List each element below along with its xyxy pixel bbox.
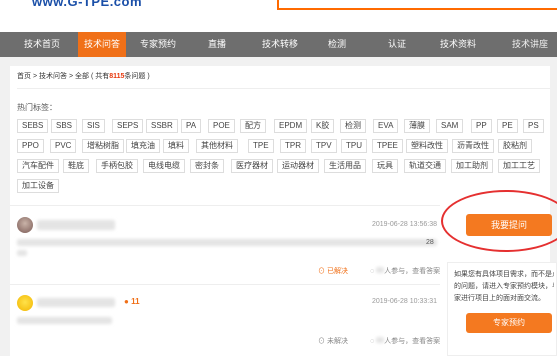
tag-item[interactable]: POE xyxy=(208,119,235,133)
nav-item-live[interactable]: 直播 xyxy=(208,32,226,57)
tag-item[interactable]: EVA xyxy=(373,119,399,133)
tag-item[interactable]: TPR xyxy=(280,139,306,153)
nav-item-testing[interactable]: 检测 xyxy=(328,32,346,57)
nav-item-lecture[interactable]: 技术讲座 xyxy=(512,32,548,57)
site-logo[interactable]: www.G-TPE.com xyxy=(32,0,142,9)
status-text: 已解决 xyxy=(326,268,348,275)
redacted-count xyxy=(376,267,385,273)
tag-item[interactable]: TPU xyxy=(341,139,367,153)
nav-item-tech-qa[interactable]: 技术问答 xyxy=(78,32,127,57)
tag-item[interactable]: PVC xyxy=(50,139,77,153)
tag-item[interactable]: 沥青改性 xyxy=(452,139,494,153)
tag-item[interactable]: TPEE xyxy=(372,139,403,153)
status-icon: ⊙ xyxy=(318,338,327,345)
tag-item[interactable]: 手柄包胶 xyxy=(96,159,138,173)
tag-item[interactable]: 胶粘剂 xyxy=(498,139,532,153)
sidebar-info-line: 的问题，请进入专家预约模块，与 xyxy=(454,283,554,290)
tag-item[interactable]: SBS xyxy=(51,119,78,133)
sidebar-info-line: 如果您有具体项目需求，而不是点 xyxy=(454,271,554,278)
coin-icon: ● xyxy=(124,297,132,306)
status-badge: ⊙ 已解决 xyxy=(318,266,348,276)
tag-item[interactable]: 检测 xyxy=(340,119,366,133)
redacted-question-text[interactable] xyxy=(17,239,437,246)
participation-info[interactable]: ◌ 人参与，查看答案 xyxy=(370,336,440,346)
hot-tags-title: 热门标签： xyxy=(17,103,57,112)
breadcrumb: 首页 > 技术问答 > 全部 ( 共有8115条问题 ) xyxy=(17,71,150,81)
tag-item[interactable]: 加工助剂 xyxy=(451,159,493,173)
participation-info[interactable]: ◌ 人参与，查看答案 xyxy=(370,266,440,276)
question-side-number: 28 xyxy=(426,239,434,246)
participation-text[interactable]: 人参与，查看答案 xyxy=(384,268,440,275)
nav-item-certification[interactable]: 认证 xyxy=(388,32,406,57)
nav-item-expert[interactable]: 专家预约 xyxy=(140,32,176,57)
tag-item[interactable]: 塑料改性 xyxy=(406,139,448,153)
status-icon: ⊙ xyxy=(318,268,327,275)
question-timestamp: 2019-06-28 10:33:31 xyxy=(372,298,437,305)
tag-item[interactable]: TPE xyxy=(248,139,274,153)
tag-item[interactable]: 医疗器材 xyxy=(231,159,273,173)
tag-item[interactable]: 薄膜 xyxy=(404,119,430,133)
status-badge: ⊙ 未解决 xyxy=(318,336,348,346)
tag-item[interactable]: 轨道交通 xyxy=(404,159,446,173)
tag-item[interactable]: 鞋底 xyxy=(63,159,89,173)
tag-item[interactable]: 填充油 xyxy=(126,139,160,153)
tag-item[interactable]: SEPS xyxy=(112,119,144,133)
redacted-question-text xyxy=(17,250,27,256)
redacted-question-text[interactable] xyxy=(17,317,112,324)
tag-item[interactable]: 加工设备 xyxy=(17,179,59,193)
tag-item[interactable]: SSBR xyxy=(146,119,178,133)
question-timestamp: 2019-06-28 13:56:38 xyxy=(372,221,437,228)
tag-item[interactable]: PPO xyxy=(17,139,44,153)
tag-item[interactable]: 汽车配件 xyxy=(17,159,59,173)
tag-item[interactable]: 运动器材 xyxy=(277,159,319,173)
search-input[interactable] xyxy=(277,0,557,10)
divider xyxy=(10,284,440,285)
tag-item[interactable]: SIS xyxy=(82,119,105,133)
tag-item[interactable]: 生活用品 xyxy=(324,159,366,173)
tag-item[interactable]: PE xyxy=(497,119,518,133)
status-text: 未解决 xyxy=(326,338,348,345)
user-level-badge: ● 11 xyxy=(124,297,140,306)
tag-item[interactable]: 其他材料 xyxy=(196,139,238,153)
tag-item[interactable]: TPV xyxy=(311,139,337,153)
tag-item[interactable]: 增粘树脂 xyxy=(82,139,124,153)
tag-item[interactable]: 加工工艺 xyxy=(498,159,540,173)
redacted-username xyxy=(37,298,115,307)
badge-count: 11 xyxy=(131,297,140,306)
tag-item[interactable]: SAM xyxy=(436,119,464,133)
breadcrumb-all: 全部 xyxy=(75,73,89,80)
tag-item[interactable]: 填料 xyxy=(163,139,189,153)
tag-item[interactable]: PP xyxy=(471,119,492,133)
sidebar-info-line: 家进行项目上的面对面交流。 xyxy=(454,295,545,302)
tag-item[interactable]: 电线电缆 xyxy=(143,159,185,173)
nav-item-docs[interactable]: 技术资料 xyxy=(440,32,476,57)
question-count: 8115 xyxy=(109,73,125,80)
user-avatar[interactable] xyxy=(17,217,33,233)
nav-item-tech-home[interactable]: 技术首页 xyxy=(24,32,60,57)
nav-item-transfer[interactable]: 技术转移 xyxy=(262,32,298,57)
breadcrumb-count-prefix: ( 共有 xyxy=(90,73,110,80)
tag-item[interactable]: 配方 xyxy=(240,119,266,133)
divider xyxy=(10,205,440,206)
tag-item[interactable]: 玩具 xyxy=(372,159,398,173)
expert-booking-button[interactable]: 专家预约 xyxy=(466,313,552,333)
participation-text[interactable]: 人参与，查看答案 xyxy=(384,338,440,345)
tag-item[interactable]: 密封条 xyxy=(190,159,224,173)
breadcrumb-sep: > xyxy=(32,73,38,80)
tag-item[interactable]: EPDM xyxy=(274,119,308,133)
main-nav: 技术首页 技术问答 专家预约 直播 技术转移 检测 认证 技术资料 技术讲座 xyxy=(0,32,557,57)
breadcrumb-count-suffix: 条问题 ) xyxy=(124,73,150,80)
user-avatar[interactable] xyxy=(17,295,33,311)
tag-item[interactable]: K胶 xyxy=(311,119,335,133)
redacted-count xyxy=(376,337,385,343)
breadcrumb-sep: > xyxy=(68,73,74,80)
breadcrumb-section[interactable]: 技术问答 xyxy=(39,73,67,80)
redacted-username xyxy=(37,220,115,230)
breadcrumb-home[interactable]: 首页 xyxy=(17,73,31,80)
tag-item[interactable]: PS xyxy=(523,119,544,133)
top-header: www.G-TPE.com xyxy=(0,0,557,32)
tag-item[interactable]: PA xyxy=(181,119,202,133)
divider xyxy=(17,88,550,89)
tag-item[interactable]: SEBS xyxy=(17,119,49,133)
